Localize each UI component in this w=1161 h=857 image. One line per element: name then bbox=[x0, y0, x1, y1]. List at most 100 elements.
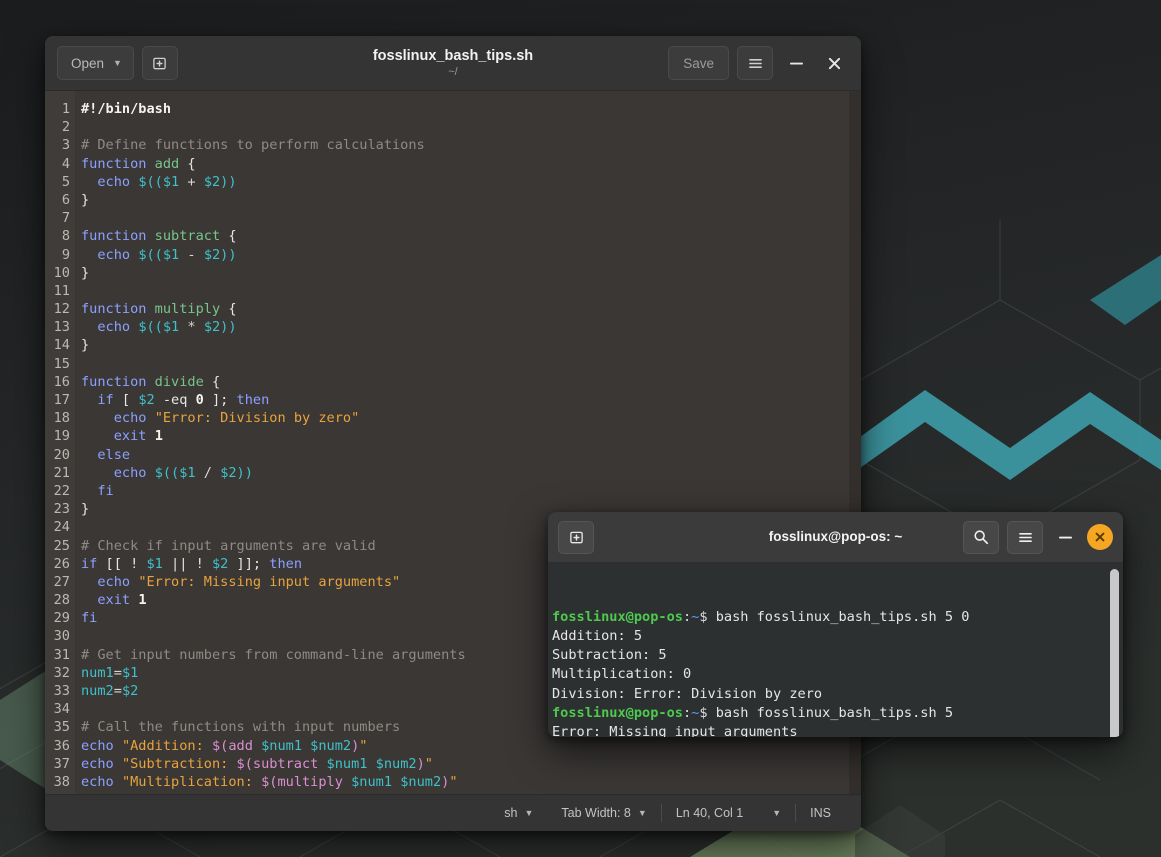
line-number-gutter: 1234567891011121314151617181920212223242… bbox=[45, 91, 75, 794]
code-line[interactable]: echo $(($1 * $2)) bbox=[81, 318, 861, 336]
code-line[interactable] bbox=[81, 118, 861, 136]
line-number: 1 bbox=[45, 100, 70, 118]
code-token: # Check if input arguments are valid bbox=[81, 538, 376, 554]
code-token: $num1 $num2 bbox=[261, 738, 351, 754]
code-line[interactable]: } bbox=[81, 336, 861, 354]
code-line[interactable]: echo $(($1 / $2)) bbox=[81, 464, 861, 482]
terminal-close-button[interactable] bbox=[1087, 524, 1113, 550]
code-line[interactable]: # Define functions to perform calculatio… bbox=[81, 136, 861, 154]
editor-minimize-button[interactable] bbox=[781, 48, 811, 78]
code-line[interactable]: #!/bin/bash bbox=[81, 100, 861, 118]
line-number: 17 bbox=[45, 391, 70, 409]
code-line[interactable]: if [ $2 -eq 0 ]; then bbox=[81, 391, 861, 409]
terminal-output-area[interactable]: fosslinux@pop-os:~$ bash fosslinux_bash_… bbox=[548, 563, 1123, 737]
code-token: $num1 $num2 bbox=[327, 756, 417, 772]
code-line[interactable]: exit 1 bbox=[81, 427, 861, 445]
code-line[interactable]: } bbox=[81, 264, 861, 282]
chevron-down-icon: ▼ bbox=[113, 58, 122, 68]
code-token bbox=[81, 592, 97, 608]
code-line[interactable] bbox=[81, 355, 861, 373]
terminal-line: Division: Error: Division by zero bbox=[552, 685, 1123, 704]
line-number: 3 bbox=[45, 136, 70, 154]
code-token: if bbox=[97, 392, 113, 408]
code-token: "Multiplication: bbox=[122, 774, 261, 790]
open-button[interactable]: Open ▼ bbox=[57, 46, 134, 80]
terminal-new-tab-button[interactable] bbox=[558, 521, 594, 554]
code-line[interactable] bbox=[81, 282, 861, 300]
code-token: ]; bbox=[204, 392, 237, 408]
editor-status-bar: sh ▼ Tab Width: 8 ▼ Ln 40, Col 1 ▼ INS bbox=[45, 794, 861, 831]
code-line[interactable]: echo $(($1 - $2)) bbox=[81, 246, 861, 264]
code-line[interactable]: else bbox=[81, 446, 861, 464]
code-line[interactable]: } bbox=[81, 191, 861, 209]
terminal-minimize-button[interactable] bbox=[1051, 523, 1079, 551]
line-number: 12 bbox=[45, 300, 70, 318]
code-token: || ! bbox=[163, 556, 212, 572]
terminal-search-button[interactable] bbox=[963, 521, 999, 554]
code-token: #!/bin/bash bbox=[81, 101, 171, 117]
code-token bbox=[81, 483, 97, 499]
language-selector[interactable]: sh ▼ bbox=[490, 795, 547, 831]
line-number: 29 bbox=[45, 609, 70, 627]
code-line[interactable]: function divide { bbox=[81, 373, 861, 391]
code-token: echo bbox=[114, 410, 147, 426]
code-token bbox=[147, 410, 155, 426]
code-line[interactable] bbox=[81, 209, 861, 227]
terminal-line: Error: Missing input arguments bbox=[552, 723, 1123, 737]
code-line[interactable]: echo "Subtraction: $(subtract $num1 $num… bbox=[81, 755, 861, 773]
code-token: { bbox=[204, 374, 220, 390]
code-token: } bbox=[81, 192, 89, 208]
minimize-icon bbox=[1059, 536, 1072, 539]
line-number: 34 bbox=[45, 700, 70, 718]
cursor-position-selector[interactable]: Ln 40, Col 1 ▼ bbox=[662, 795, 795, 831]
terminal-lines: fosslinux@pop-os:~$ bash fosslinux_bash_… bbox=[552, 608, 1123, 737]
code-token: echo bbox=[81, 738, 114, 754]
line-number: 11 bbox=[45, 282, 70, 300]
code-token: $2)) bbox=[204, 319, 237, 335]
code-token: " bbox=[384, 792, 392, 794]
code-line[interactable]: echo "Multiplication: $(multiply $num1 $… bbox=[81, 773, 861, 791]
code-token: * bbox=[179, 319, 204, 335]
line-number: 22 bbox=[45, 482, 70, 500]
line-number: 33 bbox=[45, 682, 70, 700]
code-token: $2 bbox=[212, 556, 228, 572]
code-line[interactable]: function multiply { bbox=[81, 300, 861, 318]
editor-menu-button[interactable] bbox=[737, 46, 773, 80]
code-token: then bbox=[269, 556, 302, 572]
code-token: $(multiply bbox=[261, 774, 351, 790]
code-token: [[ ! bbox=[97, 556, 146, 572]
chevron-down-icon: ▼ bbox=[772, 808, 781, 818]
code-token: "Division: bbox=[122, 792, 212, 794]
line-number: 36 bbox=[45, 737, 70, 755]
editor-close-button[interactable] bbox=[819, 48, 849, 78]
code-token: 0 bbox=[196, 392, 204, 408]
code-token: divide bbox=[155, 374, 204, 390]
tab-width-selector[interactable]: Tab Width: 8 ▼ bbox=[547, 795, 660, 831]
terminal-line: fosslinux@pop-os:~$ bash fosslinux_bash_… bbox=[552, 608, 1123, 627]
desktop: Open ▼ fosslinux_bash_tips.sh ~/ Save bbox=[0, 0, 1161, 857]
code-token: $(( bbox=[138, 174, 163, 190]
new-document-button[interactable] bbox=[142, 46, 178, 80]
code-token: function bbox=[81, 228, 146, 244]
code-token bbox=[146, 156, 154, 172]
code-line[interactable]: function subtract { bbox=[81, 227, 861, 245]
terminal-vertical-scrollbar[interactable] bbox=[1110, 569, 1119, 737]
line-number: 23 bbox=[45, 500, 70, 518]
code-line[interactable]: echo "Division: $(divide $num1 $num2)" bbox=[81, 791, 861, 794]
save-button[interactable]: Save bbox=[668, 46, 729, 80]
code-line[interactable]: echo $(($1 + $2)) bbox=[81, 173, 861, 191]
insert-mode-indicator[interactable]: INS bbox=[796, 795, 845, 831]
code-line[interactable]: echo "Addition: $(add $num1 $num2)" bbox=[81, 737, 861, 755]
terminal-title: fosslinux@pop-os: ~ bbox=[769, 529, 903, 544]
code-token: [ bbox=[114, 392, 139, 408]
code-token: $2)) bbox=[204, 174, 237, 190]
line-number: 6 bbox=[45, 191, 70, 209]
terminal-menu-button[interactable] bbox=[1007, 521, 1043, 554]
code-token: exit bbox=[97, 592, 130, 608]
code-line[interactable]: fi bbox=[81, 482, 861, 500]
code-token: $(( bbox=[155, 465, 180, 481]
code-line[interactable]: echo "Error: Division by zero" bbox=[81, 409, 861, 427]
code-line[interactable]: function add { bbox=[81, 155, 861, 173]
prompt-colon: : bbox=[683, 705, 691, 721]
close-icon bbox=[828, 57, 841, 70]
